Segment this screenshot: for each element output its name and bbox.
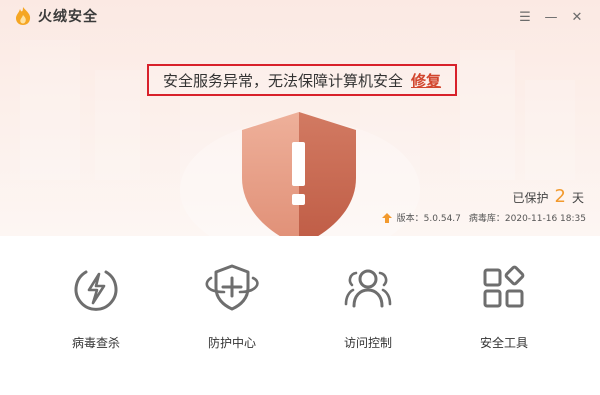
feature-security-tools[interactable]: 安全工具 (444, 258, 564, 351)
feature-label: 防护中心 (207, 336, 256, 350)
feature-label: 安全工具 (479, 336, 528, 350)
feature-label: 访问控制 (343, 336, 392, 350)
version-info: 版本：5.0.54.7 病毒库：2020-11-16 18:35 (381, 211, 586, 224)
protect-suffix: 天 (571, 191, 584, 205)
warning-shield-icon (242, 112, 356, 236)
version-label: 版本：5.0.54.7 (396, 214, 461, 224)
window-controls: ☰ — ✕ (512, 6, 590, 28)
lightning-circle-icon (74, 270, 118, 311)
close-icon[interactable]: ✕ (564, 6, 590, 28)
app-title: 火绒安全 (38, 9, 98, 25)
flame-logo-icon (15, 7, 31, 25)
shield-plus-orbit-icon (205, 264, 259, 311)
feature-grid: 病毒查杀 防护中心 访问控制 安全工具 (0, 258, 600, 368)
alert-message: 安全服务异常，无法保障计算机安全 (162, 71, 403, 90)
feature-label: 病毒查杀 (71, 336, 120, 350)
app-logo: 火绒安全 (14, 6, 98, 26)
feature-protection-center[interactable]: 防护中心 (172, 258, 292, 351)
minimize-icon[interactable]: — (538, 6, 564, 28)
grid-tools-icon (483, 265, 525, 308)
protect-prefix: 已保护 (512, 191, 549, 205)
users-icon (344, 269, 392, 308)
menu-icon[interactable]: ☰ (512, 6, 538, 28)
header-panel: 火绒安全 ☰ — ✕ 安全服务异常，无法保障计算机安全 修复 已保护 2 天 版… (0, 0, 600, 236)
virus-db-label: 病毒库：2020-11-16 18:35 (468, 214, 586, 224)
protect-days-count: 2 (554, 186, 566, 207)
fix-link[interactable]: 修复 (411, 70, 441, 91)
security-alert-banner: 安全服务异常，无法保障计算机安全 修复 (147, 64, 457, 96)
feature-access-control[interactable]: 访问控制 (308, 258, 428, 351)
feature-virus-scan[interactable]: 病毒查杀 (36, 258, 156, 351)
upgrade-icon[interactable] (381, 212, 392, 223)
protection-days: 已保护 2 天 (513, 186, 584, 207)
